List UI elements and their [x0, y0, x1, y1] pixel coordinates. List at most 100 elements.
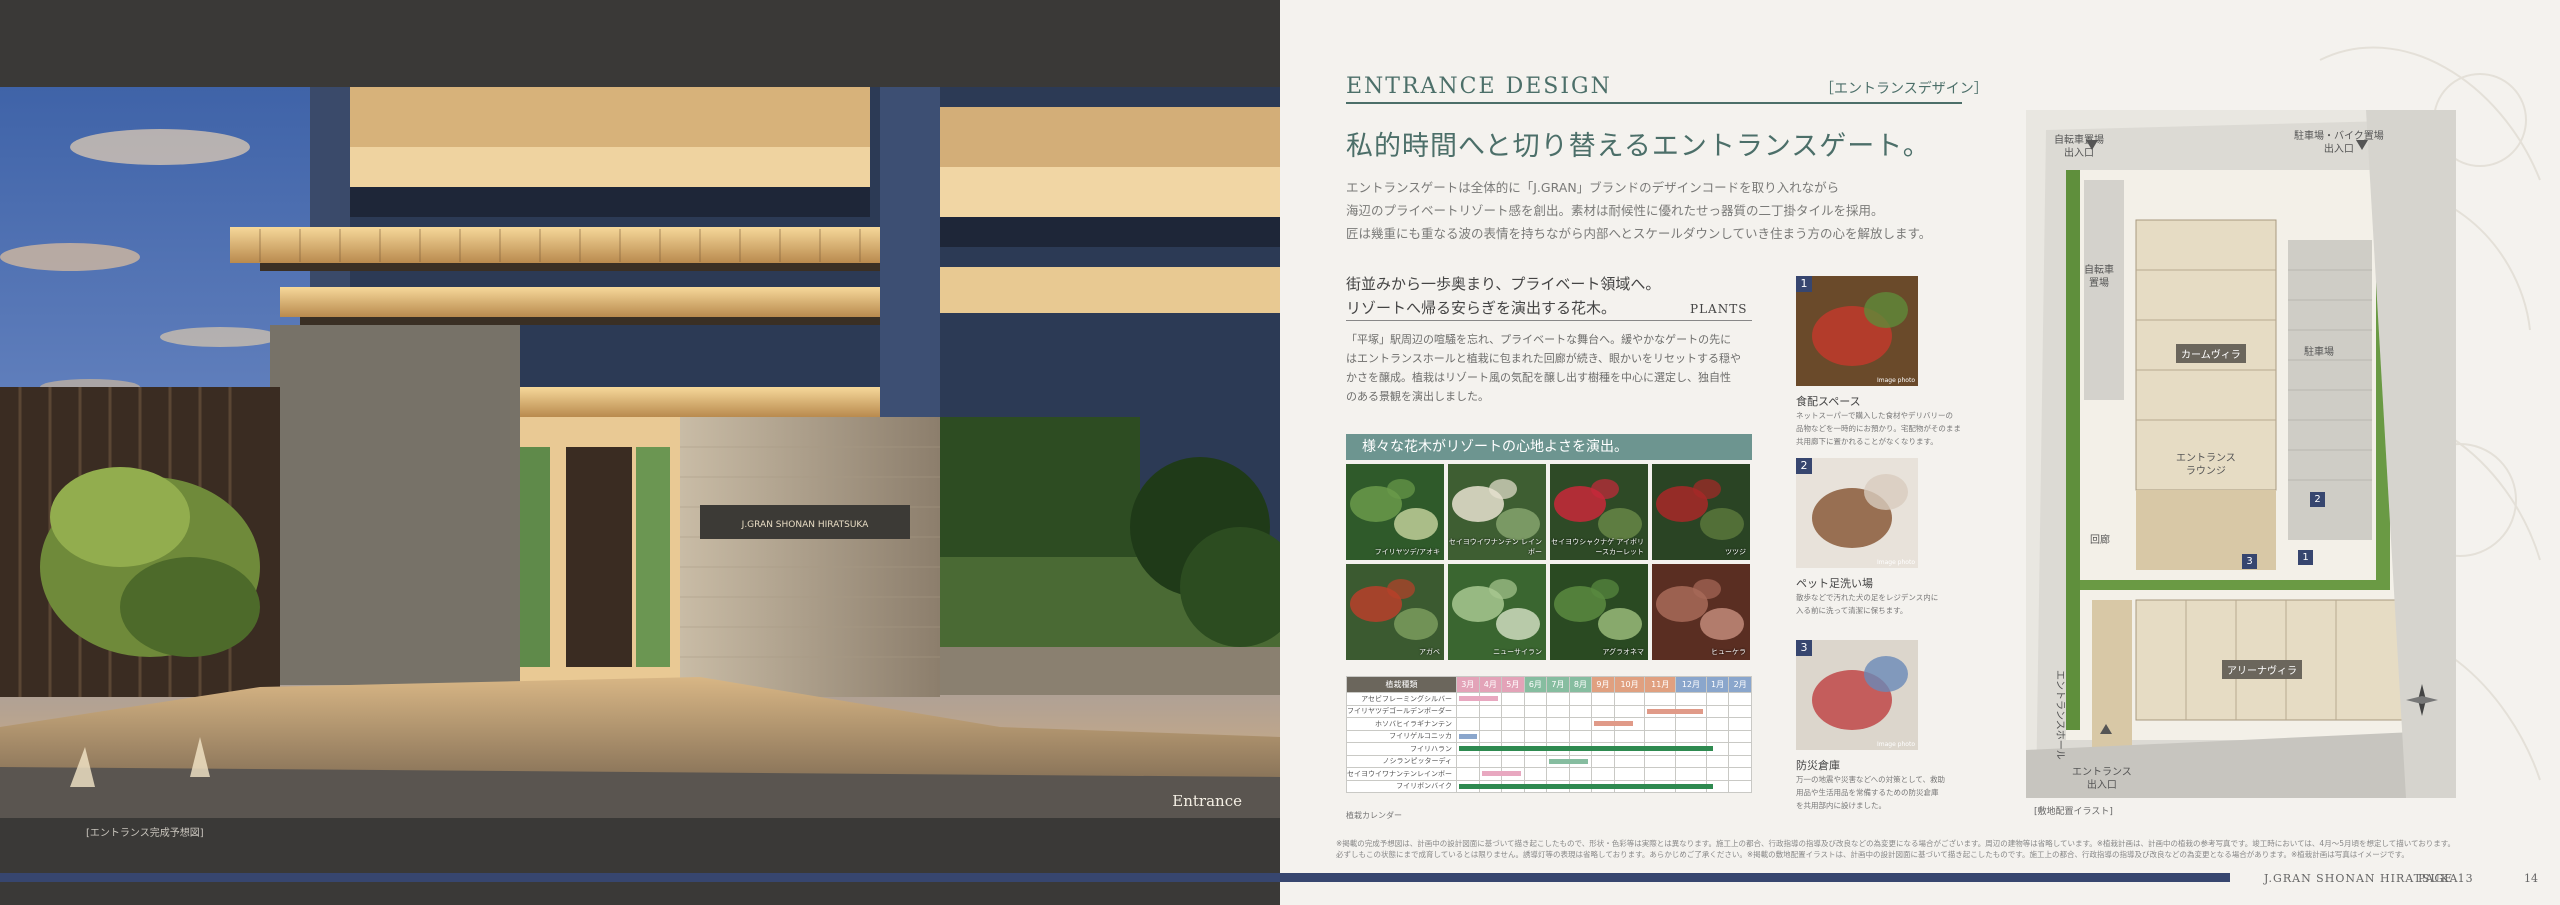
month-cell — [1523, 692, 1548, 706]
month-cell — [1568, 704, 1593, 718]
feature-photo: 1 Image photo — [1796, 276, 1918, 386]
plant-photo: アグラオネマ — [1550, 564, 1648, 660]
label-text: エントランス 出入口 — [2072, 767, 2132, 791]
plant-name: フイリハラン — [1346, 742, 1457, 756]
bloom-period-bar — [1549, 758, 1589, 764]
right-footer-band — [1280, 873, 2230, 882]
feature-desc-line: 入る前に洗って清潔に保ちます。 — [1796, 606, 1908, 615]
left-page: J.GRAN SHONAN HIRATSUKA Entrance [エントランス… — [0, 0, 1280, 905]
month-cell — [1675, 692, 1707, 706]
month-cell — [1568, 717, 1593, 731]
month-cell — [1675, 717, 1707, 731]
month-cell — [1523, 729, 1548, 743]
bloom-period-bar — [1481, 771, 1521, 776]
plant-label: アガベ — [1419, 648, 1440, 656]
plants-subhead: 街並みから一歩奥まり、プライベート領域へ。 リゾートへ帰る安らぎを演出する花木。 — [1346, 272, 1660, 320]
plant-image — [1346, 564, 1444, 660]
plant-photo: アガベ — [1346, 564, 1444, 660]
hall-label: エントランスホール — [2053, 670, 2066, 760]
label-text: 自転車置場 出入口 — [2054, 135, 2104, 159]
map-marker-2: 2 — [2310, 492, 2325, 507]
feature-photo: 2 Image photo — [1796, 458, 1918, 568]
section-title-en: ENTRANCE DESIGN — [1346, 74, 1612, 99]
page-number-left: PAGE 13 — [2418, 872, 2474, 885]
month-cell — [1591, 729, 1615, 743]
month-cell — [1728, 742, 1752, 756]
feature-desc-line: 散歩などで汚れた犬の足をレジデンス内に — [1796, 593, 1939, 602]
calendar-row: セイヨウイワナンテンレインボー — [1346, 767, 1752, 781]
month-cell — [1456, 729, 1480, 743]
facility-feature: 1 Image photo 食配スペース ネットスーパーで購入した食材やデリバリーの品… — [1796, 276, 1961, 448]
calendar-row: フイリヤツデゴールデンボーダー — [1346, 704, 1752, 718]
plant-label: ニューサイラン — [1493, 648, 1542, 656]
page-number-right: 14 — [2524, 872, 2538, 885]
plant-image — [1448, 564, 1546, 660]
plant-image — [1652, 564, 1750, 660]
month-header: 7月 — [1546, 676, 1570, 693]
image-note: Image photo — [1876, 377, 1915, 384]
bloom-period-bar — [1647, 708, 1703, 714]
feature-title: 食配スペース — [1796, 395, 1861, 408]
feature-photo: 3 Image photo — [1796, 640, 1918, 750]
plant-photo: ヒューケラ — [1652, 564, 1750, 660]
month-cell — [1568, 767, 1593, 781]
month-cell — [1705, 704, 1730, 718]
month-cell — [1478, 704, 1503, 718]
map-marker-1: 1 — [2298, 550, 2313, 565]
site-plan-illustration — [2026, 110, 2456, 798]
month-cell — [1613, 729, 1646, 743]
rendering-note: [エントランス完成予想図] — [86, 828, 204, 839]
month-cell — [1501, 717, 1525, 731]
month-cell — [1568, 729, 1593, 743]
feature-title: 防災倉庫 — [1796, 759, 1840, 772]
feature-image — [1796, 458, 1918, 568]
image-note: Image photo — [1876, 559, 1915, 566]
month-cell — [1675, 754, 1707, 768]
month-header: 12月 — [1675, 676, 1707, 693]
plants-tag: PLANTS — [1690, 302, 1748, 316]
map-marker-3: 3 — [2242, 554, 2257, 569]
month-cell — [1523, 754, 1548, 768]
label-text: 駐車場・バイク置場 出入口 — [2294, 131, 2384, 155]
disclaimer: ※掲載の完成予想図は、計画中の設計図面に基づいて描き起こしたもので、形状・色彩等… — [1336, 838, 2455, 860]
plants-divider — [1346, 320, 1752, 321]
plant-label: セイヨウシャクナゲ アイボリースカーレット — [1551, 538, 1644, 556]
plant-image — [1346, 464, 1444, 560]
month-header: 11月 — [1644, 676, 1677, 693]
entrance-rendering: J.GRAN SHONAN HIRATSUKA Entrance — [0, 87, 1280, 818]
month-cell — [1613, 704, 1646, 718]
site-plan: 自転車置場 出入口 駐車場・バイク置場 出入口 自転車 置場 駐車場 エントラン… — [2026, 110, 2456, 798]
month-header: 2月 — [1728, 676, 1752, 693]
planting-calendar: 植栽種類 3月 4月 5月 6月 7月 8月 9月 10月 11月 12月 1月 2月 アセビフレーミング… — [1346, 676, 1752, 793]
month-cell — [1644, 729, 1677, 743]
month-cell — [1456, 742, 1714, 756]
month-cell — [1728, 754, 1752, 768]
plant-photo: セイヨウイワナンテン レインボー — [1448, 464, 1546, 560]
month-header: 5月 — [1501, 676, 1525, 693]
month-header: 9月 — [1591, 676, 1615, 693]
label-text: 自転車 置場 — [2084, 265, 2114, 289]
month-cell — [1675, 729, 1707, 743]
body-line: はエントランスホールと植栽に包まれた回廊が続き、眼かいをリセットする穏や — [1346, 352, 1742, 365]
label-text: 駐車場 — [2304, 347, 2334, 358]
subhead-line: リゾートへ帰る安らぎを演出する花木。 — [1346, 299, 1617, 317]
month-cell — [1728, 692, 1752, 706]
lead-line: 海辺のプライベートリゾート感を創出。素材は耐候性に優れたせっ器質の二丁掛タイルを… — [1346, 203, 1884, 218]
month-cell — [1546, 704, 1570, 718]
plant-image — [1550, 564, 1648, 660]
calendar-row: フイリボンバイク — [1346, 779, 1752, 793]
month-cell — [1705, 717, 1730, 731]
section-title-jp: ［エントランスデザイン］ — [1820, 81, 1988, 97]
lead-line: 匠は幾重にも重なる波の表情を持ちながら内部へとスケールダウンしていき住まう方の心… — [1346, 226, 1932, 241]
month-cell — [1728, 779, 1752, 793]
bloom-period-bar — [1594, 721, 1634, 726]
month-cell — [1644, 767, 1677, 781]
section-divider — [1346, 102, 1962, 104]
month-cell — [1501, 692, 1525, 706]
parking-label: 駐車場 — [2304, 346, 2334, 359]
month-cell — [1523, 767, 1548, 781]
month-header: 4月 — [1478, 676, 1503, 693]
month-cell — [1591, 704, 1615, 718]
plant-photo: セイヨウシャクナゲ アイボリースカーレット — [1550, 464, 1648, 560]
site-plan-caption: [敷地配置イラスト] — [2034, 807, 2113, 817]
